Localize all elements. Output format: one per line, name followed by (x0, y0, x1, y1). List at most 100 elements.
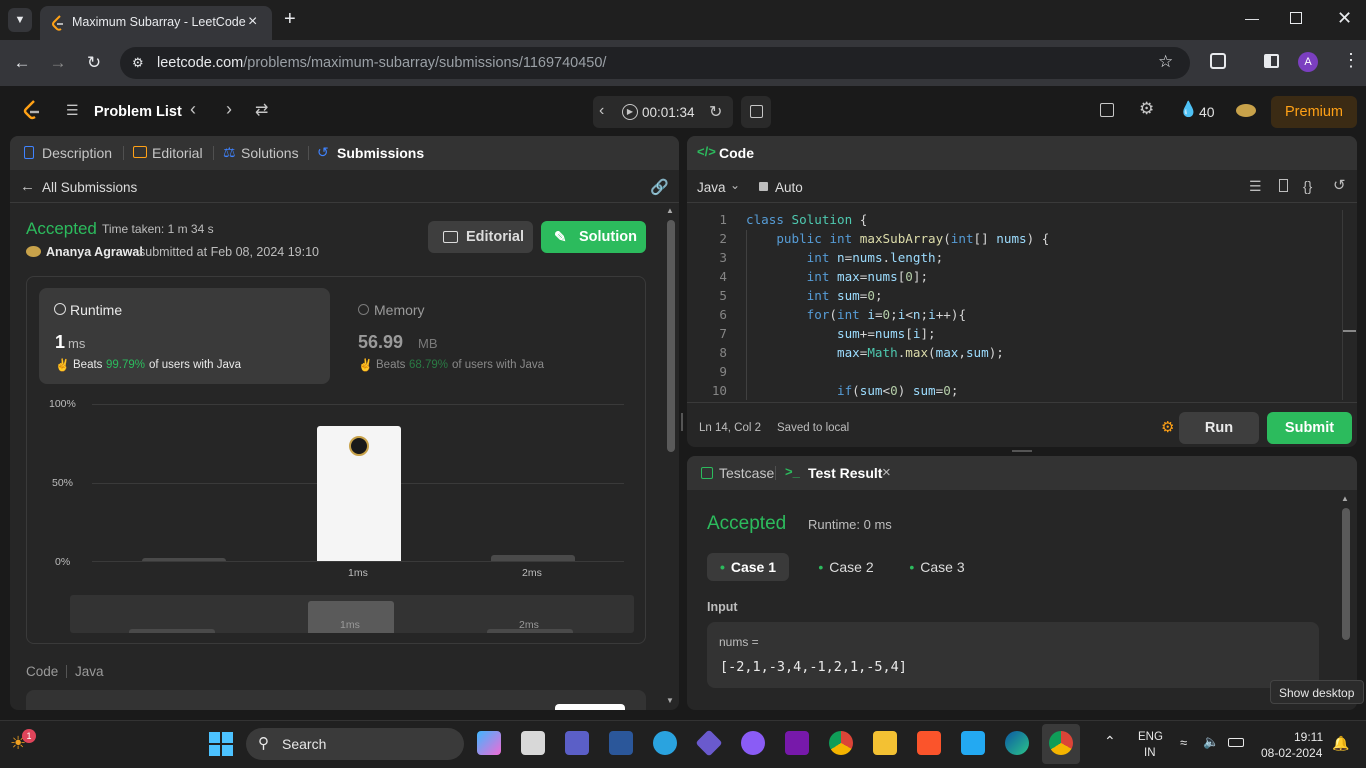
share-link-icon[interactable]: 🔗 (650, 178, 669, 196)
copy-code-button[interactable] (555, 704, 625, 710)
premium-button[interactable]: Premium (1271, 96, 1357, 128)
teams-icon[interactable] (565, 731, 589, 755)
collapse-timer-icon[interactable]: ‹ (599, 102, 604, 120)
menu-icon[interactable]: ⋮ (1342, 50, 1360, 71)
tab-search-button[interactable]: ▼ (8, 8, 32, 32)
editorial-button[interactable]: Editorial (428, 221, 533, 253)
new-tab-icon[interactable]: + (284, 8, 296, 31)
result-scrollbar[interactable]: ▲ (1340, 494, 1352, 706)
chrome-icon[interactable] (829, 731, 853, 755)
edge-icon[interactable] (1005, 731, 1029, 755)
notes-button[interactable] (741, 96, 771, 128)
tab-test-result[interactable]: Test Result (808, 465, 882, 481)
lang-line2[interactable]: IN (1144, 747, 1156, 759)
back-icon[interactable]: ← (13, 54, 31, 72)
all-submissions-link[interactable]: All Submissions (42, 180, 137, 195)
word-icon[interactable] (609, 731, 633, 755)
back-arrow-icon[interactable]: ← (20, 178, 35, 195)
reset-code-icon[interactable]: ↺ (1333, 176, 1346, 194)
case-3-button[interactable]: • Case 3 (896, 553, 978, 581)
runtime-bar-2ms[interactable] (491, 554, 575, 561)
close-window-icon[interactable]: ✕ (1337, 8, 1352, 29)
volume-icon[interactable]: 🔈 (1203, 734, 1219, 750)
code-area[interactable]: 1 class Solution {2 public int maxSubArra… (687, 210, 1347, 400)
solution-button[interactable]: ✎ Solution (541, 221, 646, 253)
result-scroll-thumb[interactable] (1342, 508, 1350, 640)
site-info-icon[interactable]: ⚙ (132, 55, 144, 71)
input-box[interactable]: nums = [-2,1,-3,4,-1,2,1,-5,4] (707, 622, 1319, 688)
language-select[interactable]: Java (697, 180, 726, 195)
runtime-card[interactable]: Runtime 1 ms ✌ Beats 99.79% of users wit… (39, 288, 330, 384)
profile-avatar[interactable]: A (1298, 52, 1318, 72)
chrome-profile-icon[interactable] (1049, 731, 1073, 755)
streak-count[interactable]: 40 (1199, 104, 1215, 120)
shuffle-icon[interactable]: ⇄ (255, 100, 268, 120)
play-timer-icon[interactable]: ▶ (622, 104, 638, 120)
clock-date[interactable]: 08-02-2024 (1261, 746, 1322, 760)
forward-icon[interactable]: → (49, 54, 67, 72)
vscode-icon[interactable] (961, 731, 985, 755)
tab-submissions[interactable]: Submissions (337, 145, 424, 161)
submit-button[interactable]: Submit (1267, 412, 1352, 444)
address-bar[interactable]: ⚙ leetcode.com/problems/maximum-subarray… (120, 47, 1190, 79)
copilot-icon[interactable] (477, 731, 501, 755)
left-scrollbar[interactable]: ▲ ▼ (665, 206, 677, 708)
close-result-icon[interactable]: × (882, 464, 891, 481)
reload-icon[interactable]: ↻ (85, 54, 103, 72)
scroll-thumb[interactable] (667, 220, 675, 452)
brave-icon[interactable] (917, 731, 941, 755)
tab-close-icon[interactable]: × (248, 13, 257, 31)
horizontal-resize-handle[interactable] (1012, 450, 1032, 452)
browser-tab[interactable]: Maximum Subarray - LeetCode × (40, 6, 272, 40)
tab-editorial[interactable]: Editorial (152, 145, 203, 161)
reset-timer-icon[interactable]: ↻ (709, 102, 722, 122)
lang-line1[interactable]: ENG (1138, 731, 1163, 743)
minimize-icon[interactable]: — (1245, 10, 1259, 26)
tab-solutions[interactable]: Solutions (241, 145, 299, 161)
taskbar-search[interactable]: ⚲ Search (246, 728, 464, 760)
next-problem-icon[interactable]: › (226, 99, 232, 120)
bookmark-icon[interactable] (1279, 179, 1288, 192)
layout-icon[interactable] (1100, 103, 1114, 117)
wifi-icon[interactable]: ≈ (1180, 735, 1187, 750)
problem-list-link[interactable]: Problem List (94, 104, 182, 120)
avatar-badge-icon[interactable] (1236, 104, 1256, 117)
format-icon[interactable]: ☰ (1249, 178, 1262, 195)
restore-icon[interactable] (1290, 12, 1302, 24)
debug-icon[interactable]: ⚙ (1161, 418, 1174, 436)
memory-card[interactable]: Memory 56.99 MB ✌ Beats 68.79% of users … (343, 288, 634, 384)
scroll-up-icon[interactable]: ▲ (666, 206, 674, 215)
telegram-icon[interactable] (653, 731, 677, 755)
language-chevron-icon[interactable]: ⌄ (730, 178, 740, 192)
side-panel-icon[interactable] (1264, 54, 1279, 68)
runtime-bar-1ms[interactable] (317, 425, 401, 561)
braces-icon[interactable]: {} (1303, 178, 1312, 194)
case-1-button[interactable]: • Case 1 (707, 553, 789, 581)
vertical-resize-handle[interactable] (681, 413, 683, 431)
result-scroll-up-icon[interactable]: ▲ (1341, 494, 1349, 503)
runtime-bar-0ms[interactable] (142, 558, 226, 561)
github-icon[interactable] (741, 731, 765, 755)
auto-mode[interactable]: Auto (775, 180, 803, 195)
onenote-icon[interactable] (785, 731, 809, 755)
run-button[interactable]: Run (1179, 412, 1259, 444)
leetcode-logo-icon[interactable] (22, 100, 42, 122)
tab-testcase[interactable]: Testcase (719, 465, 774, 481)
prev-problem-icon[interactable]: ‹ (190, 99, 196, 120)
scroll-down-icon[interactable]: ▼ (666, 696, 674, 705)
tray-chevron-icon[interactable]: ⌃ (1104, 733, 1116, 750)
tab-description[interactable]: Description (42, 145, 112, 161)
notifications-bell-icon[interactable]: 🔔 (1332, 735, 1349, 752)
extensions-icon[interactable] (1210, 53, 1226, 69)
editor-scroll-marker[interactable] (1342, 330, 1356, 332)
start-button[interactable] (209, 732, 233, 756)
bookmark-star-icon[interactable]: ☆ (1158, 52, 1173, 72)
case-2-button[interactable]: • Case 2 (805, 553, 887, 581)
settings-gear-icon[interactable]: ⚙ (1139, 99, 1154, 119)
chart-overview-strip[interactable]: 1ms 2ms (70, 595, 634, 633)
clock-time[interactable]: 19:11 (1294, 730, 1323, 744)
battery-icon[interactable] (1228, 738, 1244, 747)
file-explorer-icon[interactable] (873, 731, 897, 755)
task-view-icon[interactable] (521, 731, 545, 755)
user-name[interactable]: Ananya Agrawal (46, 245, 143, 259)
